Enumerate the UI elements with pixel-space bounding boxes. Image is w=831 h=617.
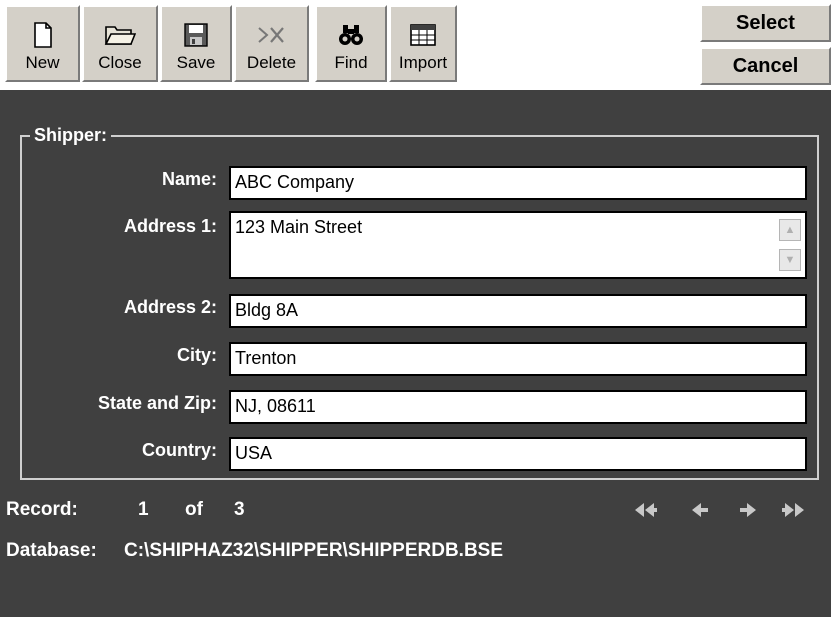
- record-total: 3: [234, 499, 245, 520]
- database-path: C:\SHIPHAZ32\SHIPPER\SHIPPERDB.BSE: [124, 540, 504, 561]
- cancel-button[interactable]: Cancel: [700, 47, 831, 85]
- previous-record-icon[interactable]: [690, 500, 710, 526]
- address2-field[interactable]: Bldg 8A: [229, 294, 807, 328]
- save-button[interactable]: Save: [160, 5, 232, 82]
- address1-value: 123 Main Street: [235, 217, 363, 237]
- next-record-icon[interactable]: [738, 500, 758, 526]
- last-record-icon[interactable]: [781, 500, 807, 526]
- country-label: Country:: [142, 440, 217, 460]
- delete-button[interactable]: Delete: [234, 5, 309, 82]
- find-button-label: Find: [334, 53, 368, 72]
- new-button[interactable]: New: [5, 5, 80, 82]
- floppy-disk-icon: [162, 19, 230, 51]
- shipper-group-title: Shipper:: [30, 124, 112, 146]
- binoculars-icon: [317, 19, 385, 51]
- folder-icon: [84, 19, 156, 51]
- record-current: 1: [138, 499, 149, 520]
- table-grid-icon: [391, 19, 455, 51]
- database-label: Database:: [6, 540, 97, 561]
- address2-label: Address 2:: [123, 297, 217, 317]
- scroll-down-icon[interactable]: ▼: [779, 249, 801, 271]
- address1-field[interactable]: 123 Main Street: [229, 211, 807, 279]
- close-button[interactable]: Close: [82, 5, 158, 82]
- import-button-label: Import: [398, 53, 448, 72]
- find-button[interactable]: Find: [315, 5, 387, 82]
- save-button-label: Save: [176, 53, 216, 72]
- record-label: Record:: [6, 499, 78, 520]
- new-button-label: New: [25, 53, 60, 72]
- import-button[interactable]: Import: [389, 5, 457, 82]
- new-document-icon: [7, 19, 78, 51]
- address1-label: Address 1:: [123, 216, 217, 236]
- delete-button-label: Delete: [246, 53, 297, 72]
- delete-icon: [236, 19, 307, 51]
- scroll-up-icon[interactable]: ▲: [779, 219, 801, 241]
- city-label: City:: [177, 345, 217, 365]
- city-field[interactable]: Trenton: [229, 342, 807, 376]
- toolbar: New Close Save Delete Find Import Select…: [0, 0, 831, 90]
- first-record-icon[interactable]: [632, 500, 658, 526]
- name-label: Name:: [161, 169, 217, 189]
- shipper-window: New Close Save Delete Find Import Select…: [0, 0, 831, 617]
- state-zip-label: State and Zip:: [97, 393, 217, 413]
- select-button[interactable]: Select: [700, 4, 831, 42]
- state-zip-field[interactable]: NJ, 08611: [229, 390, 807, 424]
- name-field[interactable]: ABC Company: [229, 166, 807, 200]
- record-of-label: of: [185, 499, 203, 520]
- country-field[interactable]: USA: [229, 437, 807, 471]
- close-button-label: Close: [98, 53, 142, 72]
